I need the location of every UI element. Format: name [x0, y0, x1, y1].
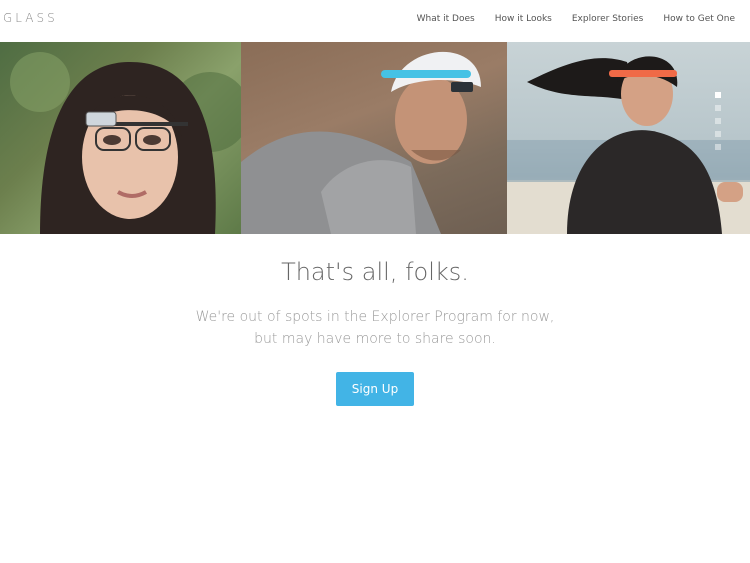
page: GLASS What it Does How it Looks Explorer… — [0, 0, 750, 563]
carousel-dot-3[interactable] — [715, 118, 721, 124]
cyclist-with-blue-glass-photo — [241, 42, 507, 234]
main-content: That's all, folks. We're out of spots in… — [0, 234, 750, 406]
runner-with-orange-glass-photo — [507, 42, 750, 234]
top-nav: What it Does How it Looks Explorer Stori… — [417, 14, 735, 24]
nav-item-what-it-does[interactable]: What it Does — [417, 14, 475, 24]
runner-illustration — [507, 56, 750, 234]
carousel-dot-5[interactable] — [715, 144, 721, 150]
woman-with-glass-frames-photo — [0, 42, 241, 234]
carousel-dot-1[interactable] — [715, 92, 721, 98]
cyclist-illustration — [241, 51, 481, 234]
glass-logo[interactable]: GLASS — [3, 11, 58, 25]
carousel-dot-2[interactable] — [715, 105, 721, 111]
woman-portrait-illustration — [10, 52, 241, 234]
header: GLASS What it Does How it Looks Explorer… — [0, 0, 750, 42]
sign-up-button[interactable]: Sign Up — [336, 372, 414, 406]
nav-item-how-it-looks[interactable]: How it Looks — [495, 14, 552, 24]
page-headline: That's all, folks. — [281, 258, 469, 286]
carousel-dot-4[interactable] — [715, 131, 721, 137]
carousel-indicator — [715, 92, 721, 150]
hero-image-strip — [0, 42, 750, 234]
nav-item-how-to-get-one[interactable]: How to Get One — [663, 14, 735, 24]
nav-item-explorer-stories[interactable]: Explorer Stories — [572, 14, 644, 24]
program-status-text: We're out of spots in the Explorer Progr… — [195, 309, 555, 347]
